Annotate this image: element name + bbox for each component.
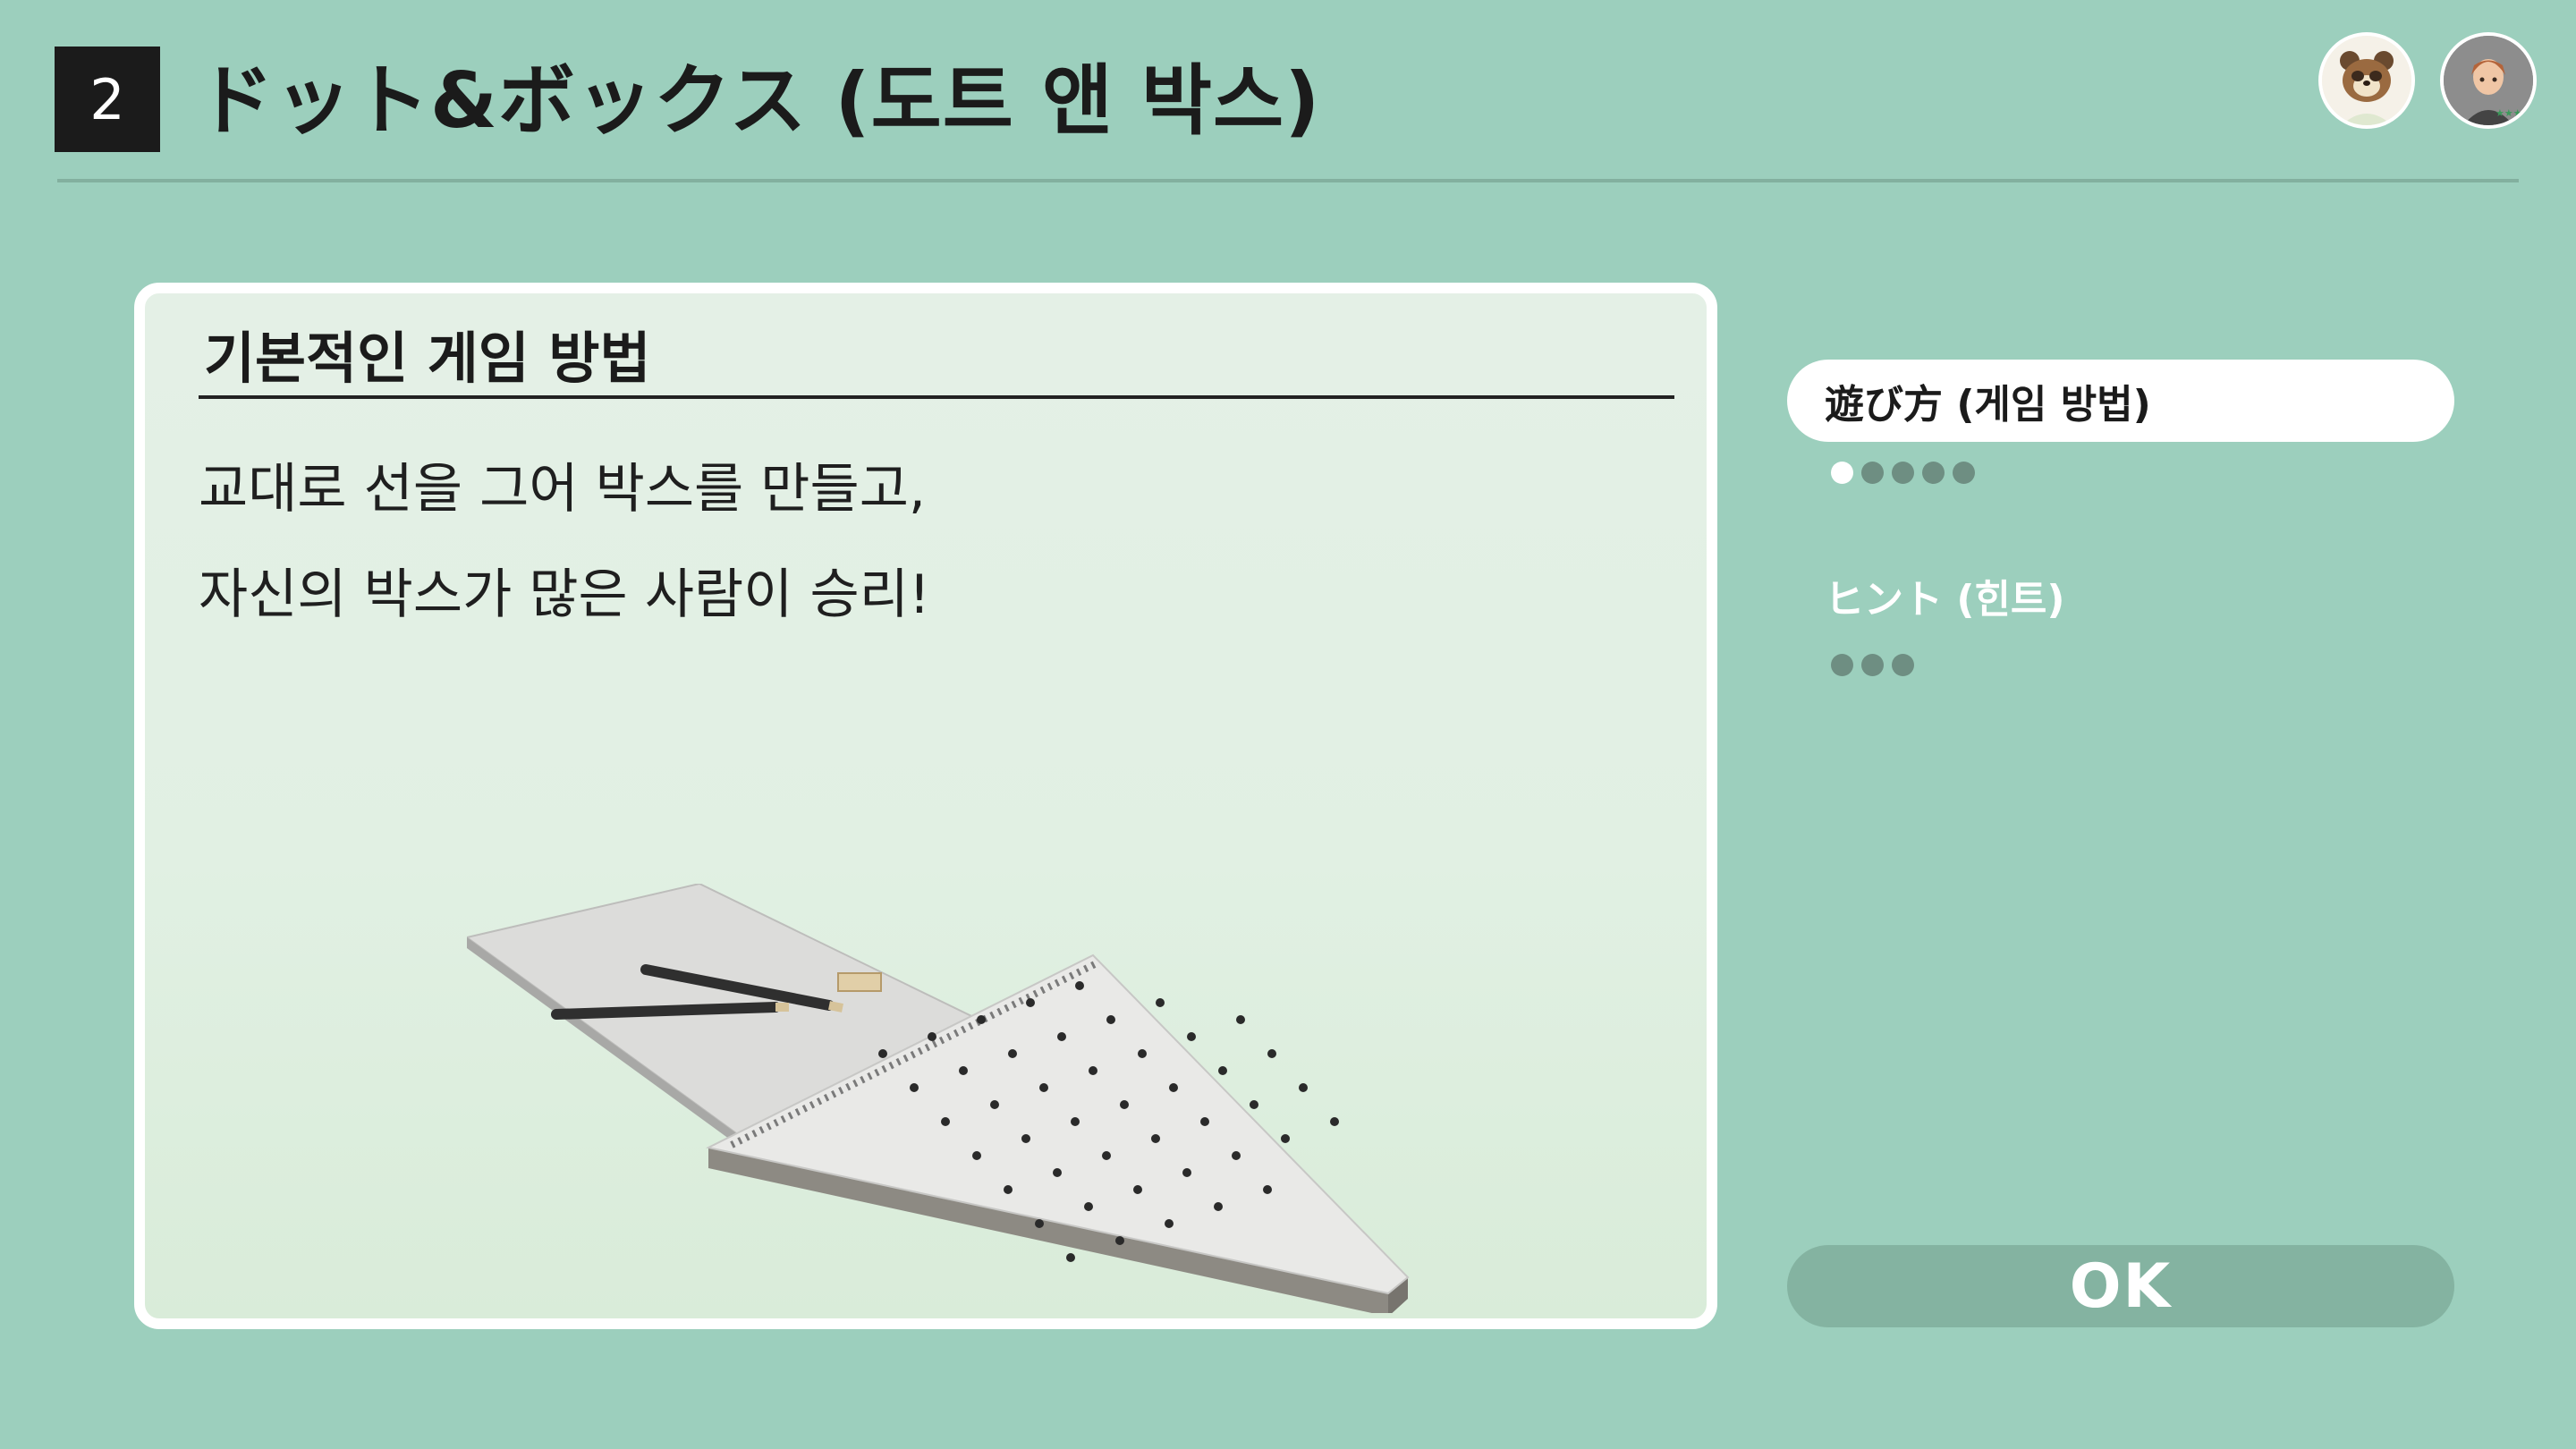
how-to-play-page-indicator: [1831, 462, 1975, 484]
page-dot: [1861, 654, 1884, 676]
ok-button[interactable]: OK: [1787, 1245, 2454, 1327]
svg-text:★★★: ★★★: [2496, 107, 2522, 119]
panel-heading-rule: [199, 395, 1674, 399]
menu-item-label: ヒント (힌트): [1825, 577, 2065, 623]
hint-page-indicator: [1831, 654, 1914, 676]
menu-item-how-to-play[interactable]: 遊び方 (게임 방법): [1787, 360, 2454, 442]
page-dot: [1831, 654, 1853, 676]
page-dot-active: [1831, 462, 1853, 484]
page-dot: [1953, 462, 1975, 484]
page-dot: [1892, 654, 1914, 676]
header-divider: [57, 179, 2519, 182]
instruction-line: 교대로 선을 그어 박스를 만들고,: [199, 458, 926, 521]
instruction-panel: 기본적인 게임 방법 교대로 선을 그어 박스를 만들고, 자신의 박스가 많은…: [134, 283, 1717, 1329]
page-dot: [1892, 462, 1914, 484]
game-title: ドット&ボックス (도트 앤 박스): [197, 56, 1321, 146]
page-dot: [1922, 462, 1945, 484]
game-number-badge: 2: [55, 47, 160, 152]
ok-button-label: OK: [2069, 1250, 2173, 1322]
instruction-line: 자신의 박스가 많은 사람이 승리!: [199, 564, 930, 626]
tom-nook-avatar-icon: [2318, 32, 2415, 129]
game-instructions-screen: 2 ドット&ボックス (도트 앤 박스) ★★★ 기본적인 게임 방법 교대로 …: [0, 0, 2576, 1449]
panel-heading: 기본적인 게임 방법: [204, 326, 651, 391]
menu-item-hint[interactable]: ヒント (힌트): [1787, 555, 2454, 637]
player-avatar-icon: ★★★: [2440, 32, 2537, 129]
notebook-pencils-eraser-illustration: [467, 884, 1410, 1313]
menu-item-label: 遊び方 (게임 방법): [1825, 382, 2151, 428]
page-dot: [1861, 462, 1884, 484]
